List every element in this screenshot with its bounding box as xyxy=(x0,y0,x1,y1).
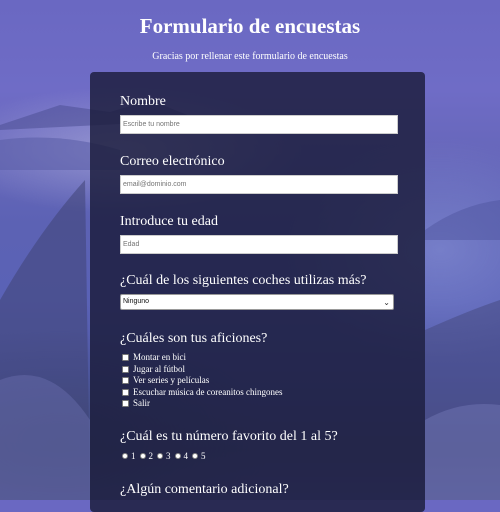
hobby-option[interactable]: Escuchar música de coreanitos chingones xyxy=(122,387,282,399)
age-label: Introduce tu edad xyxy=(120,214,218,229)
comment-label-wrap: ¿Algún comentario adicional? xyxy=(120,482,289,498)
favorite-option-label: 2 xyxy=(148,451,154,461)
favorite-option-label: 5 xyxy=(201,451,206,461)
hobby-option-label: Salir xyxy=(133,398,150,409)
survey-form xyxy=(90,72,425,512)
favorite-option-label: 4 xyxy=(183,451,189,461)
favorite-radio-group: 1 2 3 4 5 xyxy=(122,451,210,461)
car-label-wrap: ¿Cuál de los siguientes coches utilizas … xyxy=(120,273,367,289)
email-input[interactable]: email@dominio.com xyxy=(120,175,398,194)
age-input[interactable]: Edad xyxy=(120,235,398,254)
hobby-option[interactable]: Ver series y películas xyxy=(122,375,282,387)
radio-button[interactable] xyxy=(157,453,163,459)
favorite-option[interactable]: 2 xyxy=(139,451,154,461)
page-subtitle: Gracias por rellenar este formulario de … xyxy=(152,51,348,62)
favorite-option[interactable]: 3 xyxy=(157,451,171,461)
radio-button[interactable] xyxy=(192,453,198,459)
hobbies-label-wrap: ¿Cuáles son tus aficiones? xyxy=(120,331,267,347)
hobby-option-label: Jugar al fútbol xyxy=(133,363,185,374)
radio-button[interactable] xyxy=(122,453,128,459)
name-label: Nombre xyxy=(120,94,166,109)
favorite-option-label: 1 xyxy=(131,451,136,461)
radio-button[interactable] xyxy=(174,453,181,459)
hobby-option[interactable]: Jugar al fútbol xyxy=(122,364,282,376)
age-label-wrap: Introduce tu edad xyxy=(120,214,218,230)
favorite-label-wrap: ¿Cuál es tu número favorito del 1 al 5? xyxy=(120,429,338,445)
email-label-wrap: Correo electrónico xyxy=(120,154,225,170)
checkbox[interactable] xyxy=(122,365,129,373)
hobbies-checklist: Montar en bici Jugar al fútbol Ver serie… xyxy=(122,352,282,410)
checkbox[interactable] xyxy=(122,388,129,396)
hobby-option-label: Montar en bici xyxy=(133,352,186,363)
favorite-option[interactable]: 4 xyxy=(174,451,189,461)
radio-button[interactable] xyxy=(139,453,146,459)
page-title: Formulario de encuestas xyxy=(139,14,361,38)
name-input[interactable]: Escribe tu nombre xyxy=(120,115,398,134)
email-label: Correo electrónico xyxy=(120,154,225,169)
car-label: ¿Cuál de los siguientes coches utilizas … xyxy=(120,273,367,288)
hobby-option[interactable]: Montar en bici xyxy=(122,352,282,364)
hobbies-label: ¿Cuáles son tus aficiones? xyxy=(120,331,268,346)
hobby-option[interactable]: Salir xyxy=(122,398,282,410)
hobby-option-label: Escuchar música de coreanitos chingones xyxy=(133,386,283,397)
checkbox[interactable] xyxy=(122,400,129,408)
checkbox[interactable] xyxy=(122,377,129,385)
hobby-option-label: Ver series y películas xyxy=(133,375,210,386)
chevron-down-icon: ⌄ xyxy=(383,298,390,307)
checkbox[interactable] xyxy=(122,354,129,362)
favorite-option-label: 3 xyxy=(166,451,171,461)
car-select[interactable]: Ninguno ⌄ xyxy=(120,294,394,310)
favorite-option[interactable]: 5 xyxy=(192,451,206,461)
car-select-value: Ninguno xyxy=(123,298,150,305)
comment-label: ¿Algún comentario adicional? xyxy=(120,482,289,497)
name-label-wrap: Nombre xyxy=(120,94,166,110)
favorite-label: ¿Cuál es tu número favorito del 1 al 5? xyxy=(120,429,338,444)
favorite-option[interactable]: 1 xyxy=(122,451,136,461)
